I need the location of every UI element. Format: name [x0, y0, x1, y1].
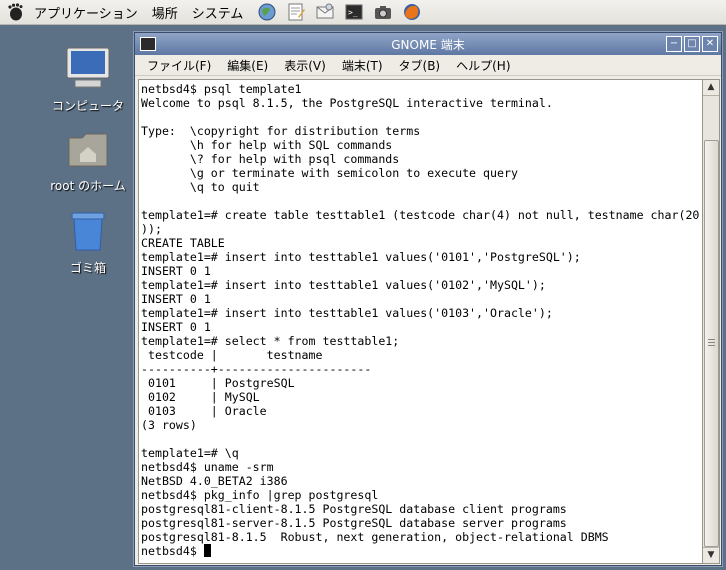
scroll-down-arrow[interactable]: ▼	[703, 547, 719, 563]
terminal-line: testcode | testname	[147, 348, 323, 362]
system-menu[interactable]: システム	[192, 3, 244, 22]
scroll-up-arrow[interactable]: ▲	[703, 80, 719, 96]
gnome-foot-icon[interactable]	[4, 1, 26, 23]
terminal-window: GNOME 端末 − □ ✕ ファイル(F) 編集(E) 表示(V) 端末(T)…	[134, 32, 722, 566]
terminal-line: Welcome to psql 8.1.5, the PostgreSQL in…	[141, 96, 553, 110]
terminal-line: \? for help with psql commands	[189, 152, 400, 166]
menu-edit[interactable]: 編集(E)	[219, 57, 276, 74]
close-button[interactable]: ✕	[702, 36, 718, 52]
terminal-line: template1=# insert into testtable1 value…	[141, 278, 546, 292]
top-panel: アプリケーション 場所 システム >_	[0, 0, 726, 25]
firefox-icon[interactable]	[401, 1, 423, 23]
terminal-line: netbsd4$ uname -srm	[141, 460, 274, 474]
menu-tabs[interactable]: タブ(B)	[391, 57, 449, 74]
terminal-line: template1=# \q	[141, 446, 239, 460]
terminal-line: (3 rows)	[141, 418, 197, 432]
terminal-line: \g or terminate with semicolon to execut…	[189, 166, 518, 180]
web-browser-icon[interactable]	[256, 1, 278, 23]
scrollbar-thumb[interactable]	[704, 140, 719, 547]
mail-icon[interactable]	[314, 1, 336, 23]
terminal-line: 0103 | Oracle	[147, 404, 267, 418]
terminal-line: 0102 | MySQL	[147, 390, 260, 404]
terminal-line: ----------+----------------------	[141, 362, 372, 376]
window-titlebar[interactable]: GNOME 端末 − □ ✕	[135, 33, 721, 55]
terminal-line: netbsd4$ pkg_info |grep postgresql	[141, 488, 379, 502]
trash-icon	[38, 210, 138, 255]
terminal-line: netbsd4$ psql template1	[141, 82, 302, 96]
window-menu-icon[interactable]	[140, 37, 156, 51]
terminal-line: \q to quit	[189, 180, 260, 194]
desktop-icon-label: root のホーム	[50, 179, 126, 193]
terminal-line: template1=# insert into testtable1 value…	[141, 250, 581, 264]
applications-menu[interactable]: アプリケーション	[34, 3, 138, 22]
menu-terminal[interactable]: 端末(T)	[334, 57, 391, 74]
maximize-button[interactable]: □	[684, 36, 700, 52]
screenshot-icon[interactable]	[372, 1, 394, 23]
terminal-line: template1=# create table testtable1 (tes…	[141, 208, 700, 222]
terminal-line: postgresql81-client-8.1.5 PostgreSQL dat…	[141, 502, 567, 516]
menu-file[interactable]: ファイル(F)	[135, 57, 219, 74]
terminal-line: INSERT 0 1	[141, 320, 211, 334]
terminal-line: Type: \copyright for distribution terms	[141, 124, 421, 138]
desktop-icon-home[interactable]: root のホーム	[38, 130, 138, 194]
terminal-prompt: netbsd4$	[141, 544, 204, 558]
desktop-icon-label: コンピュータ	[51, 99, 124, 113]
terminal-line: 0101 | PostgreSQL	[147, 376, 295, 390]
terminal-line: INSERT 0 1	[141, 292, 211, 306]
terminal-line: \h for help with SQL commands	[189, 138, 393, 152]
vertical-scrollbar[interactable]: ▲ ▼	[702, 79, 720, 564]
menu-bar: ファイル(F) 編集(E) 表示(V) 端末(T) タブ(B) ヘルプ(H)	[135, 55, 721, 76]
menu-help[interactable]: ヘルプ(H)	[448, 57, 518, 74]
desktop-icon-computer[interactable]: コンピュータ	[38, 46, 138, 114]
terminal-line: CREATE TABLE	[141, 236, 225, 250]
terminal-line: postgresql81-server-8.1.5 PostgreSQL dat…	[141, 516, 567, 530]
text-editor-icon[interactable]	[285, 1, 307, 23]
terminal-line: postgresql81-8.1.5 Robust, next generati…	[141, 530, 609, 544]
menu-view[interactable]: 表示(V)	[276, 57, 334, 74]
home-folder-icon	[38, 130, 138, 173]
terminal-line: template1=# select * from testtable1;	[141, 334, 400, 348]
terminal-line: INSERT 0 1	[141, 264, 211, 278]
terminal-text: netbsd4$ psql template1 Welcome to psql …	[139, 80, 702, 558]
places-menu[interactable]: 場所	[152, 3, 178, 22]
computer-icon	[38, 46, 138, 93]
window-title: GNOME 端末	[391, 37, 465, 52]
minimize-button[interactable]: −	[666, 36, 682, 52]
terminal-line: NetBSD 4.0_BETA2 i386	[141, 474, 288, 488]
svg-text:>_: >_	[348, 8, 358, 17]
terminal-cursor	[203, 544, 211, 557]
terminal-line: template1=# insert into testtable1 value…	[141, 306, 553, 320]
desktop-icon-trash[interactable]: ゴミ箱	[38, 210, 138, 276]
terminal-line: ));	[141, 222, 162, 236]
terminal-icon[interactable]: >_	[343, 1, 365, 23]
terminal-output[interactable]: netbsd4$ psql template1 Welcome to psql …	[138, 79, 703, 564]
desktop-icon-label: ゴミ箱	[69, 261, 106, 275]
